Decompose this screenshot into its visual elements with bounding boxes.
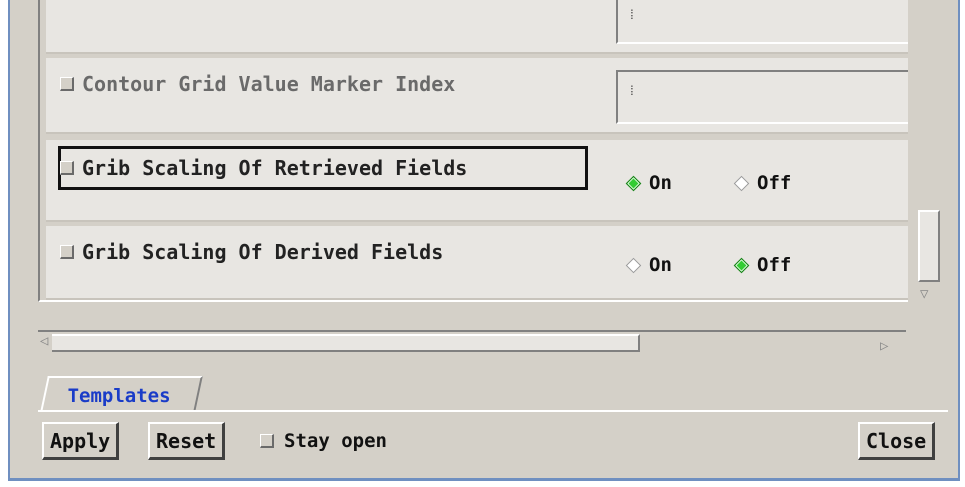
radio-on-icon xyxy=(625,175,642,191)
derived-off-radio[interactable]: Off xyxy=(733,254,792,276)
horizontal-scroll-thumb[interactable] xyxy=(52,334,640,352)
input-cursor-icon: ⁞ xyxy=(628,84,636,99)
stay-open-label: Stay open xyxy=(284,430,387,452)
retrieved-on-label: On xyxy=(649,172,672,194)
derived-label: Grib Scaling Of Derived Fields xyxy=(82,240,444,264)
radio-on-icon xyxy=(733,257,750,273)
radio-off-icon xyxy=(733,175,750,191)
marker-index-label-group[interactable]: Contour Grid Value Marker Index xyxy=(60,72,455,96)
checkbox-icon[interactable] xyxy=(60,161,74,175)
partial-text-field[interactable]: ⁞ xyxy=(616,0,908,44)
settings-row-retrieved: Grib Scaling Of Retrieved Fields On Off xyxy=(46,140,908,222)
derived-on-label: On xyxy=(649,254,672,276)
checkbox-icon[interactable] xyxy=(60,245,74,259)
scroll-down-arrow-icon[interactable]: ▽ xyxy=(920,286,928,302)
settings-row-marker-index: Contour Grid Value Marker Index ⁞ xyxy=(46,58,908,134)
apply-button[interactable]: Apply xyxy=(42,422,120,460)
tab-templates-label: Templates xyxy=(67,385,171,407)
retrieved-label-group[interactable]: Grib Scaling Of Retrieved Fields xyxy=(60,156,467,180)
checkbox-icon[interactable] xyxy=(60,77,74,91)
settings-row-derived: Grib Scaling Of Derived Fields On Off xyxy=(46,226,908,300)
tab-templates[interactable]: Templates xyxy=(40,376,203,412)
stay-open-option[interactable]: Stay open xyxy=(260,430,387,452)
scroll-left-arrow-icon[interactable]: ◁ xyxy=(40,333,48,349)
horizontal-scrollbar[interactable]: ◁ ▷ xyxy=(38,330,906,358)
settings-panel: ⁞ Contour Grid Value Marker Index ⁞ Grib… xyxy=(38,0,908,302)
dialog-window: ⁞ Contour Grid Value Marker Index ⁞ Grib… xyxy=(8,0,960,481)
scroll-right-arrow-icon[interactable]: ▷ xyxy=(880,338,888,354)
retrieved-off-radio[interactable]: Off xyxy=(733,172,792,194)
close-button[interactable]: Close xyxy=(858,422,936,460)
settings-row-partial: ⁞ xyxy=(46,0,908,54)
derived-label-group[interactable]: Grib Scaling Of Derived Fields xyxy=(60,240,443,264)
marker-index-label: Contour Grid Value Marker Index xyxy=(82,72,456,96)
retrieved-off-label: Off xyxy=(757,172,792,194)
text-caret-icon: ⁞ xyxy=(628,8,636,23)
retrieved-label: Grib Scaling Of Retrieved Fields xyxy=(82,156,468,180)
retrieved-on-radio[interactable]: On xyxy=(625,172,672,194)
marker-index-input[interactable]: ⁞ xyxy=(616,70,908,124)
radio-off-icon xyxy=(625,257,642,273)
vertical-scroll-thumb[interactable] xyxy=(918,210,940,282)
tab-divider xyxy=(38,410,948,412)
derived-on-radio[interactable]: On xyxy=(625,254,672,276)
checkbox-icon[interactable] xyxy=(260,434,274,448)
reset-button[interactable]: Reset xyxy=(148,422,226,460)
vertical-scrollbar[interactable]: ▽ xyxy=(916,0,944,308)
derived-off-label: Off xyxy=(757,254,792,276)
